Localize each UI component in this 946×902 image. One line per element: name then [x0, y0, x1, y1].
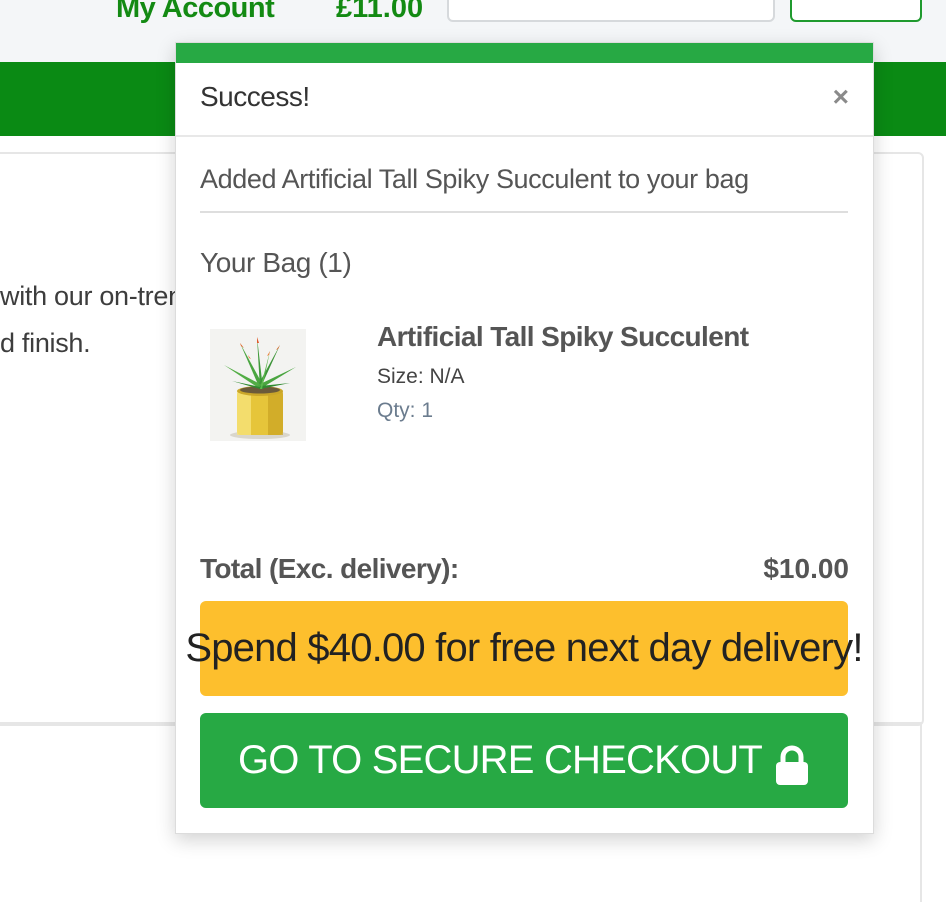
item-size: Size: N/A — [377, 365, 465, 388]
close-icon[interactable]: × — [833, 83, 849, 111]
description-line-1: with our on-tren — [0, 281, 183, 311]
added-message: Added Artificial Tall Spiky Succulent to… — [200, 164, 749, 194]
total-value: $10.00 — [763, 553, 849, 584]
total-label: Total (Exc. delivery): — [200, 553, 459, 584]
item-name[interactable]: Artificial Tall Spiky Succulent — [377, 321, 749, 353]
message-divider — [200, 211, 848, 213]
secure-checkout-button[interactable]: GO TO SECURE CHECKOUT — [200, 713, 848, 808]
bag-heading: Your Bag (1) — [200, 247, 352, 278]
succulent-product-image[interactable] — [210, 329, 306, 441]
item-quantity: Qty: 1 — [377, 399, 434, 422]
modal-title: Success! — [200, 81, 310, 112]
added-to-bag-modal: Success! × Added Artificial Tall Spiky S… — [175, 42, 874, 834]
header-button[interactable] — [790, 0, 922, 22]
section-border — [920, 722, 922, 902]
free-delivery-banner: Spend $40.00 for free next day delivery! — [185, 601, 863, 696]
my-account-link[interactable]: My Account — [116, 0, 275, 25]
modal-accent-bar — [176, 43, 873, 63]
account-balance: £11.00 — [336, 0, 424, 24]
search-input[interactable] — [447, 0, 775, 22]
lock-icon — [774, 745, 810, 785]
description-line-2: d finish. — [0, 328, 91, 358]
checkout-label: GO TO SECURE CHECKOUT — [237, 738, 763, 782]
free-delivery-text: Spend $40.00 for free next day delivery! — [185, 626, 863, 670]
modal-header: Success! × — [176, 63, 873, 137]
